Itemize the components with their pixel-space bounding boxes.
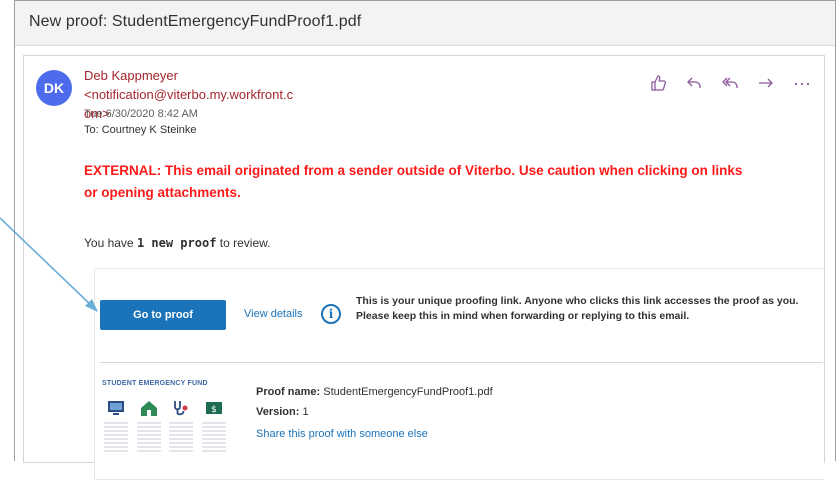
- intro-post: to review.: [216, 236, 271, 250]
- email-date: Tue 6/30/2020 8:42 AM: [84, 108, 198, 120]
- share-proof-link[interactable]: Share this proof with someone else: [256, 428, 428, 440]
- intro-bold: 1 new proof: [136, 236, 217, 250]
- view-details-link[interactable]: View details: [244, 308, 303, 320]
- svg-text:$: $: [211, 405, 217, 415]
- proof-name-label: Proof name:: [256, 386, 321, 398]
- computer-icon: [104, 398, 128, 418]
- external-warning: EXTERNAL: This email originated from a s…: [84, 163, 743, 200]
- recipient-line: To: Courtney K Steinke: [84, 124, 197, 136]
- subject-bar: New proof: StudentEmergencyFundProof1.pd…: [15, 1, 835, 46]
- info-icon: i: [321, 304, 341, 324]
- version-value: 1: [302, 406, 309, 418]
- panel-divider: [100, 362, 823, 363]
- house-icon: [137, 398, 161, 418]
- stethoscope-icon: [169, 398, 193, 418]
- intro-pre: You have: [84, 236, 137, 250]
- intro-text: You have 1 new proof to review.: [84, 236, 270, 250]
- proof-name: Proof name: StudentEmergencyFundProof1.p…: [256, 386, 493, 398]
- thumbnail-text: [201, 422, 226, 452]
- proof-name-value: StudentEmergencyFundProof1.pdf: [323, 386, 493, 398]
- money-icon: $: [202, 398, 226, 418]
- proofing-link-notice: This is your unique proofing link. Anyon…: [356, 295, 799, 322]
- thumbnail-text: [169, 422, 194, 452]
- reply-icon[interactable]: [684, 74, 704, 94]
- proof-thumbnail[interactable]: STUDENT EMERGENCY FUND $: [100, 376, 230, 466]
- avatar[interactable]: DK: [36, 70, 72, 106]
- thumbs-up-icon[interactable]: [648, 74, 668, 94]
- version-label: Version:: [256, 406, 300, 418]
- reply-all-icon[interactable]: [720, 74, 740, 94]
- message-actions: [648, 74, 812, 94]
- thumbnail-icons: $: [102, 398, 228, 464]
- go-to-proof-button[interactable]: Go to proof: [100, 300, 226, 330]
- proof-version: Version: 1: [256, 406, 309, 418]
- thumbnail-text: [104, 422, 128, 452]
- more-icon[interactable]: [792, 74, 812, 94]
- sender-line-1: Deb Kappmeyer <notification@viterbo.my.w…: [84, 68, 294, 102]
- email-subject: New proof: StudentEmergencyFundProof1.pd…: [29, 13, 362, 30]
- forward-icon[interactable]: [756, 74, 776, 94]
- thumbnail-text: [136, 422, 161, 452]
- thumbnail-title: STUDENT EMERGENCY FUND: [102, 380, 208, 387]
